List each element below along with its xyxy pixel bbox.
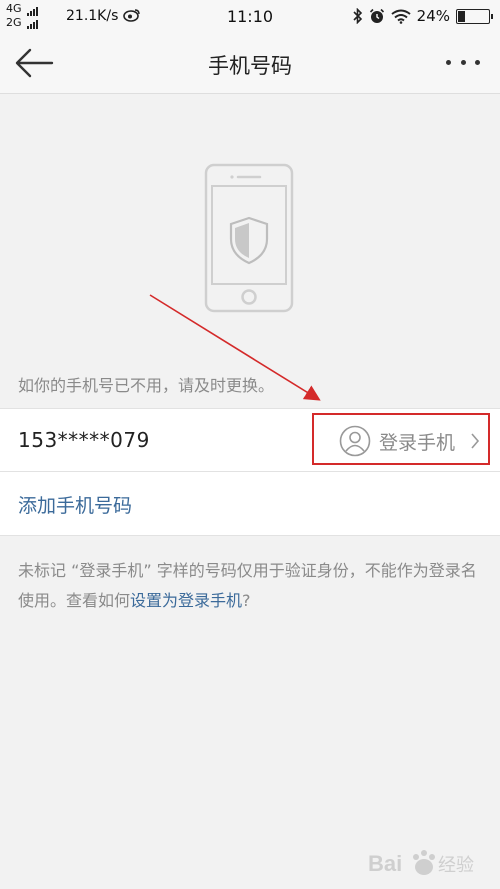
user-avatar-icon [339, 425, 371, 457]
login-phone-label: 登录手机 [379, 432, 456, 454]
status-icons: 24% [353, 7, 493, 25]
hint-text: 如你的手机号已不用，请及时更换。 [18, 376, 275, 395]
note-suffix: ? [242, 591, 251, 610]
battery-fill [458, 10, 465, 22]
add-phone-row[interactable]: 添加手机号码 [0, 472, 500, 536]
add-phone-link[interactable]: 添加手机号码 [18, 491, 132, 518]
svg-text:Bai: Bai [368, 851, 402, 876]
alarm-icon [369, 8, 384, 23]
page-title: 手机号码 [208, 54, 292, 78]
battery-percent: 24% [416, 7, 450, 25]
login-phone-badge[interactable]: 登录手机 [312, 413, 490, 465]
baidu-jingyan-watermark: Bai 经验 [368, 850, 474, 876]
bluetooth-icon [353, 8, 362, 24]
more-options-icon[interactable] [446, 54, 480, 70]
chevron-right-icon [471, 433, 480, 449]
svg-text:经验: 经验 [438, 855, 474, 876]
navigation-bar: 手机号码 [0, 32, 500, 94]
set-login-phone-link[interactable]: 设置为登录手机 [130, 591, 242, 610]
status-bar: 4G 2G 21.1K/s 11:10 24% [0, 0, 500, 32]
battery-icon [456, 8, 493, 24]
phone-number-row[interactable]: 153*****079 登录手机 [0, 408, 500, 472]
phone-shield-illustration [204, 163, 294, 313]
phone-number: 153*****079 [18, 428, 150, 452]
info-note: 未标记 “登录手机” 字样的号码仅用于验证身份，不能作为登录名使用。查看如何设置… [18, 556, 488, 616]
wifi-icon [391, 9, 411, 24]
